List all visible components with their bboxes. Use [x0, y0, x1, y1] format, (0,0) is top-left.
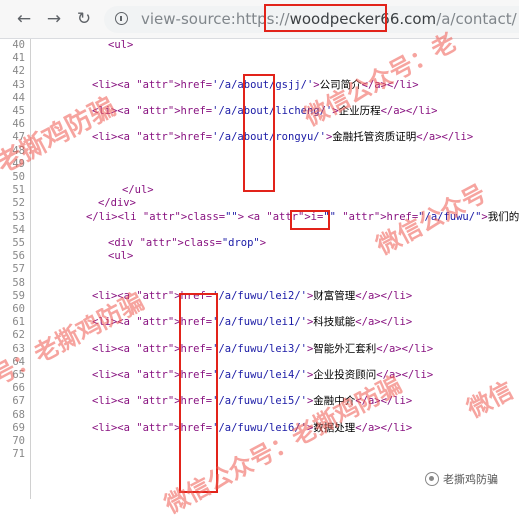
- source-line: 68: [0, 409, 519, 422]
- source-line: 63 <li><a "attr">href='/a/fuwu/lei3/'>智能外…: [0, 343, 519, 356]
- line-number: 64: [12, 355, 25, 368]
- source-code: <li><a "attr">href='/a/fuwu/lei4/'>企业投资顾…: [92, 369, 434, 381]
- line-number: 43: [12, 78, 25, 91]
- domain-highlight-box: [264, 4, 387, 32]
- fuwu-nav-highlight-box: [290, 210, 330, 230]
- source-line: 60: [0, 303, 519, 316]
- back-arrow-icon[interactable]: ←: [14, 9, 34, 29]
- line-number: 59: [12, 289, 25, 302]
- source-line: 62: [0, 329, 519, 342]
- source-code: <li><a "attr">href='/a/fuwu/lei3/'>智能外汇套…: [92, 342, 434, 355]
- line-number: 68: [12, 408, 25, 421]
- logo-text: 老撕鸡防骗: [443, 473, 498, 486]
- line-number: 45: [12, 105, 25, 117]
- source-code: <li><a "attr">href='/a/about/rongyu/'>金融…: [92, 131, 474, 144]
- line-number: 42: [12, 65, 25, 78]
- source-code: <li><a "attr">href='/a/fuwu/lei5/'>金融中介<…: [92, 395, 413, 408]
- source-code: </div>: [98, 197, 136, 210]
- source-line: 71: [0, 448, 519, 461]
- source-code: <ul>: [108, 39, 134, 51]
- line-number: 41: [12, 52, 25, 65]
- line-number: 56: [12, 250, 25, 263]
- line-number: 58: [12, 276, 25, 289]
- line-number: 50: [12, 171, 25, 183]
- source-code: </ul>: [122, 184, 154, 197]
- line-number: 40: [12, 39, 25, 51]
- about-path-highlight-box: [243, 74, 275, 192]
- fuwu-links-highlight-box: [179, 293, 218, 493]
- line-number: 46: [12, 118, 25, 131]
- source-view: 40 <ul> 41 42 43 <li><a "attr">href='/a/about…: [0, 39, 519, 499]
- wechat-account-icon: [425, 472, 439, 486]
- line-number: 52: [12, 197, 25, 210]
- line-number: 60: [12, 303, 25, 315]
- source-line: 57: [0, 263, 519, 276]
- source-line: 54: [0, 224, 519, 237]
- source-line: 59 <li><a "attr">href='/a/fuwu/lei2/'>财富管…: [0, 290, 519, 303]
- line-number: 57: [12, 263, 25, 276]
- source-code: <li><a "attr">href='/a/fuwu/lei6/'>数据处理<…: [92, 421, 413, 434]
- line-number: 47: [12, 131, 25, 144]
- source-code: <li><a "attr">href='/a/fuwu/lei2/'>财富管理<…: [92, 289, 413, 302]
- source-line: 55 <div "attr">class="drop">: [0, 237, 519, 250]
- account-logo: 老撕鸡防骗: [425, 469, 498, 489]
- source-line: 65 <li><a "attr">href='/a/fuwu/lei4/'>企业投…: [0, 369, 519, 382]
- line-number: 44: [12, 91, 25, 104]
- line-number: 51: [12, 184, 25, 197]
- source-line: 52 </div>: [0, 197, 519, 210]
- source-line: 58: [0, 277, 519, 290]
- line-number: 65: [12, 369, 25, 381]
- source-line: 67 <li><a "attr">href='/a/fuwu/lei5/'>金融中…: [0, 395, 519, 408]
- line-number: 55: [12, 237, 25, 249]
- forward-arrow-icon[interactable]: →: [44, 9, 64, 29]
- line-number: 71: [12, 448, 25, 461]
- source-line: 41: [0, 52, 519, 65]
- line-number: 53: [12, 210, 25, 223]
- source-line: 40 <ul>: [0, 39, 519, 52]
- line-number: 48: [12, 144, 25, 157]
- source-code: <ul>: [108, 250, 134, 263]
- browser-toolbar: ← → ↻ view-source:https://woodpecker66.c…: [0, 0, 519, 39]
- url-path: /a/contact/: [436, 10, 517, 28]
- line-number: 70: [12, 435, 25, 447]
- source-line: 53 </li><li "attr">class=""> <a "attr">i=…: [0, 211, 519, 224]
- line-number: 66: [12, 382, 25, 395]
- source-line: 56 <ul>: [0, 250, 519, 263]
- reload-icon[interactable]: ↻: [74, 9, 94, 29]
- line-number: 49: [12, 157, 25, 170]
- source-line: 61 <li><a "attr">href='/a/fuwu/lei1/'>科技赋…: [0, 316, 519, 329]
- line-number: 61: [12, 316, 25, 329]
- source-line: 64: [0, 356, 519, 369]
- line-number: 63: [12, 342, 25, 355]
- line-number: 69: [12, 421, 25, 434]
- info-icon[interactable]: [115, 12, 128, 25]
- source-code: <li><a "attr">href='/a/fuwu/lei1/'>科技赋能<…: [92, 316, 413, 329]
- line-number: 54: [12, 223, 25, 236]
- source-line: 66: [0, 382, 519, 395]
- source-line: 69 <li><a "attr">href='/a/fuwu/lei6/'>数据处…: [0, 422, 519, 435]
- source-code: <div "attr">class="drop">: [108, 237, 267, 249]
- line-number: 62: [12, 329, 25, 342]
- source-line: 70: [0, 435, 519, 448]
- line-number: 67: [12, 395, 25, 408]
